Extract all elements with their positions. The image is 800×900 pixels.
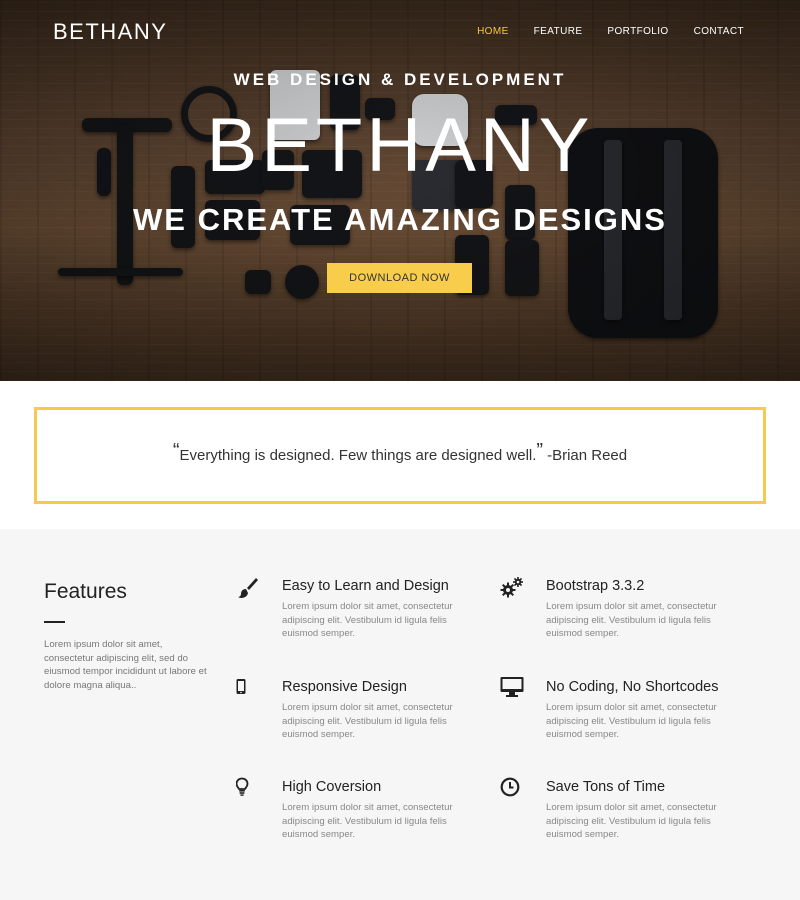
feature-title: Save Tons of Time — [546, 779, 666, 795]
features-intro: Lorem ipsum dolor sit amet, consectetur … — [44, 639, 207, 691]
hero-title: BETHANY — [206, 103, 594, 188]
lightbulb-icon — [235, 777, 260, 801]
feature-title: No Coding, No Shortcodes — [546, 679, 719, 695]
paintbrush-icon — [236, 576, 260, 600]
hero-tagline: WEB DESIGN & DEVELOPMENT — [233, 70, 567, 89]
feature-title: Easy to Learn and Design — [282, 578, 449, 594]
clock-icon — [500, 777, 524, 801]
open-quote-mark: “ — [172, 440, 180, 462]
feature-title: High Coversion — [282, 779, 382, 795]
brand-logo[interactable]: BETHANY — [53, 19, 167, 45]
features-heading: Features — [44, 580, 127, 603]
feature-description: Lorem ipsum dolor sit amet, consectetur … — [282, 802, 453, 840]
quote-author: -Brian Reed — [547, 447, 628, 464]
features-heading-underline — [44, 621, 65, 623]
gears-icon — [500, 576, 524, 600]
close-quote-mark: ” — [536, 440, 544, 462]
features-section: Features Lorem ipsum dolor sit amet, con… — [0, 529, 800, 900]
nav-link-portfolio[interactable]: PORTFOLIO — [607, 26, 668, 37]
quote-text: Everything is designed. Few things are d… — [179, 447, 537, 464]
feature-title: Bootstrap 3.3.2 — [546, 578, 645, 594]
mobile-phone-icon — [236, 677, 260, 701]
main-menu: HOME FEATURE PORTFOLIO CONTACT — [452, 26, 744, 37]
hero-banner: BETHANY HOME FEATURE PORTFOLIO CONTACT W… — [0, 0, 800, 381]
feature-description: Lorem ipsum dolor sit amet, consectetur … — [546, 802, 717, 840]
nav-link-feature[interactable]: FEATURE — [534, 26, 583, 37]
nav-link-contact[interactable]: CONTACT — [694, 26, 744, 37]
quote-section: “ Everything is designed. Few things are… — [0, 381, 800, 529]
feature-description: Lorem ipsum dolor sit amet, consectetur … — [282, 601, 453, 639]
nav-link-home[interactable]: HOME — [477, 26, 509, 37]
feature-title: Responsive Design — [282, 679, 407, 695]
top-navbar: BETHANY HOME FEATURE PORTFOLIO CONTACT — [0, 0, 800, 64]
feature-description: Lorem ipsum dolor sit amet, consectetur … — [546, 702, 717, 740]
download-now-button[interactable]: DOWNLOAD NOW — [327, 263, 472, 293]
feature-description: Lorem ipsum dolor sit amet, consectetur … — [546, 601, 717, 639]
hero-subtitle: WE CREATE AMAZING DESIGNS — [133, 202, 667, 237]
desktop-monitor-icon — [500, 677, 524, 701]
feature-description: Lorem ipsum dolor sit amet, consectetur … — [282, 702, 453, 740]
quote-box: “ Everything is designed. Few things are… — [34, 407, 766, 504]
